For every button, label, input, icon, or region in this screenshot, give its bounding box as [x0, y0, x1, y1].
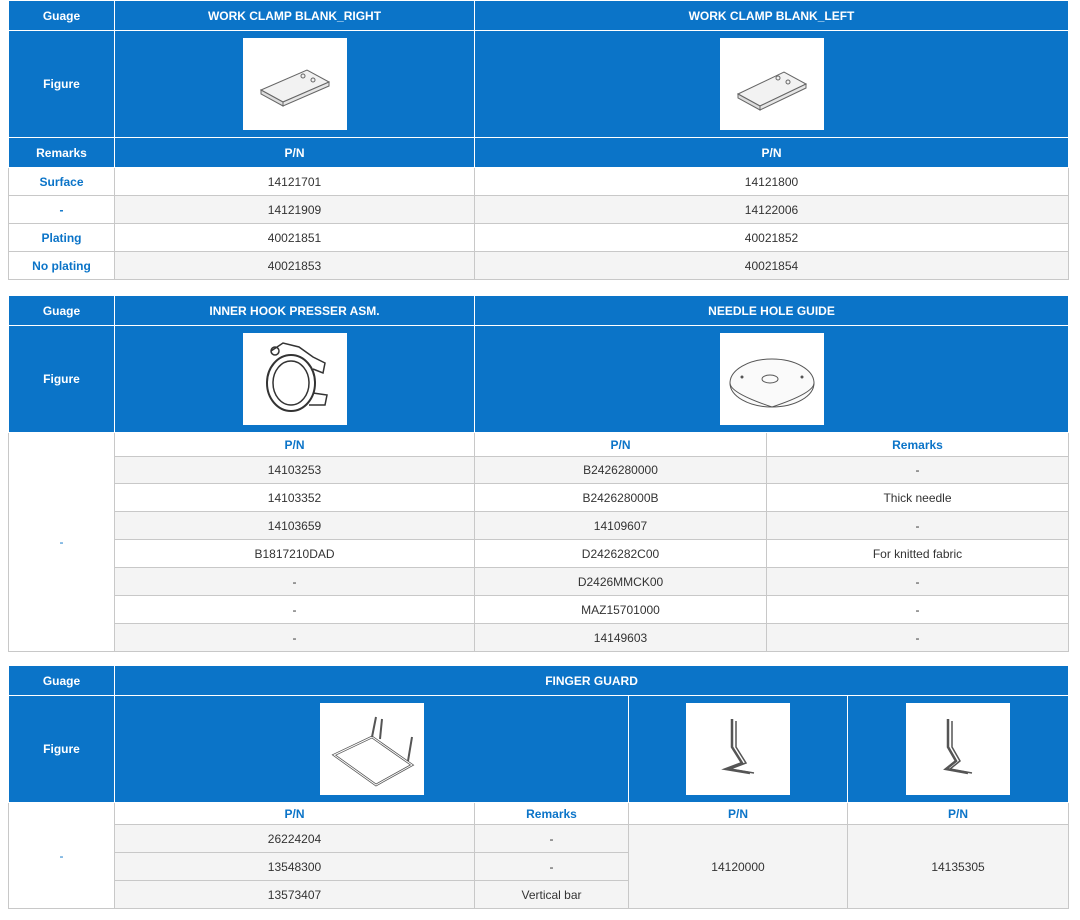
remark-value: - — [766, 456, 1069, 484]
pn-value: 14103253 — [114, 456, 475, 484]
remark-value: - — [766, 511, 1069, 540]
table-row: 14103253 B2426280000 - — [9, 456, 1069, 484]
pn-value: 14121701 — [114, 167, 475, 196]
pn-value: 13573407 — [114, 880, 475, 909]
pn-value: D2426MMCK00 — [474, 567, 767, 596]
work-clamp-right-header: WORK CLAMP BLANK_RIGHT — [114, 0, 475, 31]
remarks-header: Remarks — [474, 802, 629, 825]
table-row: B1817210DAD D2426282C00 For knitted fabr… — [9, 539, 1069, 568]
pn-value: 14135305 — [846, 824, 1070, 909]
row-label: Plating — [8, 223, 115, 252]
remark-value: - — [474, 852, 629, 881]
remarks-header: Remarks — [8, 137, 115, 168]
pn-value: - — [114, 623, 475, 652]
pn-header: P/N — [114, 432, 475, 457]
row-side-label: - — [8, 432, 115, 652]
guage-header: Guage — [8, 665, 115, 696]
remark-value: Thick needle — [766, 483, 1069, 512]
inner-hook-presser-header: INNER HOOK PRESSER ASM. — [114, 295, 475, 326]
pn-value: 40021851 — [114, 223, 475, 252]
pn-value: 40021852 — [474, 223, 1069, 252]
guage-header: Guage — [8, 0, 115, 31]
figure-header: Figure — [8, 695, 115, 803]
pn-value: 14122006 — [474, 195, 1069, 224]
pn-value: 14121909 — [114, 195, 475, 224]
table-row: - D2426MMCK00 - — [9, 567, 1069, 596]
finger-guard-image-2 — [686, 703, 790, 795]
pn-value: MAZ15701000 — [474, 595, 767, 624]
pn-value: 14149603 — [474, 623, 767, 652]
table-row: - MAZ15701000 - — [9, 595, 1069, 624]
remark-value: Vertical bar — [474, 880, 629, 909]
pn-value: D2426282C00 — [474, 539, 767, 568]
pn-header-right: P/N — [114, 137, 475, 168]
remark-value: For knitted fabric — [766, 539, 1069, 568]
pn-value: B2426280000 — [474, 456, 767, 484]
work-clamp-left-header: WORK CLAMP BLANK_LEFT — [474, 0, 1069, 31]
remark-value: - — [766, 595, 1069, 624]
pn-value: 14103352 — [114, 483, 475, 512]
pn-header-left: P/N — [474, 137, 1069, 168]
work-clamp-blank-table: Guage WORK CLAMP BLANK_RIGHT WORK CLAMP … — [8, 0, 1069, 280]
hook-needle-guide-table: Guage INNER HOOK PRESSER ASM. NEEDLE HOL… — [8, 295, 1069, 652]
pn-value: 40021853 — [114, 251, 475, 280]
row-label: - — [8, 195, 115, 224]
pn-value: B1817210DAD — [114, 539, 475, 568]
needle-hole-guide-header: NEEDLE HOLE GUIDE — [474, 295, 1069, 326]
figure-header: Figure — [8, 325, 115, 433]
pn-value: 26224204 — [114, 824, 475, 853]
table-row: - 14121909 14122006 — [8, 195, 1069, 224]
remark-value: - — [474, 824, 629, 853]
table-row: 14103352 B242628000B Thick needle — [9, 483, 1069, 512]
remarks-header: Remarks — [766, 432, 1069, 457]
table-row: 14103659 14109607 - — [9, 511, 1069, 540]
row-side-label: - — [8, 802, 115, 909]
finger-guard-header: FINGER GUARD — [113, 665, 1070, 696]
needle-hole-guide-image — [719, 333, 824, 425]
table-row: Surface 14121701 14121800 — [8, 167, 1069, 196]
figure-header: Figure — [8, 30, 115, 138]
pn-value: B242628000B — [474, 483, 767, 512]
finger-guard-image-3 — [906, 703, 1011, 795]
pn-header: P/N — [474, 432, 767, 457]
pn-value: - — [114, 567, 475, 596]
table-row: Plating 40021851 40021852 — [8, 223, 1069, 252]
finger-guard-image-1 — [319, 703, 424, 795]
pn-value: 40021854 — [474, 251, 1069, 280]
work-clamp-right-image — [242, 38, 347, 130]
row-label: No plating — [8, 251, 115, 280]
pn-value: - — [114, 595, 475, 624]
table-row: No plating 40021853 40021854 — [8, 251, 1069, 280]
inner-hook-presser-image — [242, 333, 347, 425]
pn-value: 14103659 — [114, 511, 475, 540]
work-clamp-left-image — [719, 38, 824, 130]
pn-header: P/N — [846, 802, 1070, 825]
pn-header: P/N — [628, 802, 848, 825]
pn-value: 14121800 — [474, 167, 1069, 196]
finger-guard-table: Guage FINGER GUARD Figure - P/N Remarks … — [8, 665, 1070, 909]
pn-value: 14109607 — [474, 511, 767, 540]
table-row: - 14149603 - — [9, 623, 1069, 652]
remark-value: - — [766, 623, 1069, 652]
guage-header: Guage — [8, 295, 115, 326]
remark-value: - — [766, 567, 1069, 596]
pn-value: 14120000 — [628, 824, 848, 909]
pn-header: P/N — [114, 802, 475, 825]
row-label: Surface — [8, 167, 115, 196]
pn-value: 13548300 — [114, 852, 475, 881]
table-row: 26224204 - 14120000 14135305 — [9, 824, 1070, 909]
